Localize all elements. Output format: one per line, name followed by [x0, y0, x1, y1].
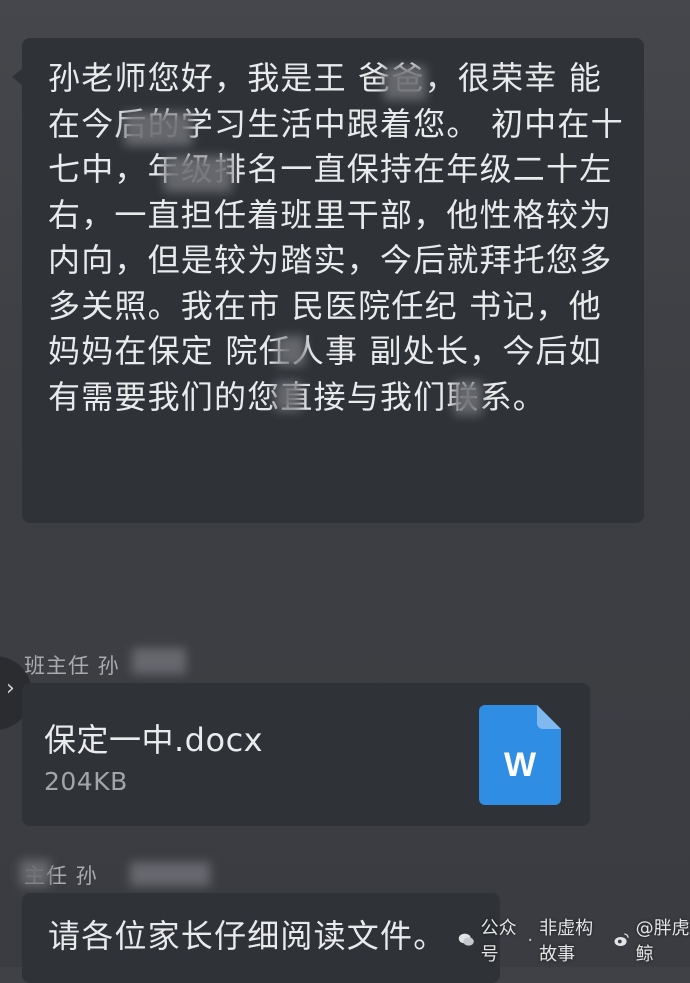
redaction-blur — [275, 381, 301, 411]
watermark-platform: 公众号 — [480, 918, 517, 965]
word-document-icon: W — [479, 705, 561, 805]
chevron-right-icon: › — [6, 676, 15, 701]
message-bubble-teacher[interactable]: 请各位家长仔细阅读文件。 — [22, 893, 500, 983]
watermark-handle: @胖虎鲸 — [635, 918, 690, 965]
redaction-blur — [164, 156, 232, 192]
redaction-blur — [124, 112, 192, 146]
redaction-blur — [454, 381, 482, 415]
chat-screen: 孙老师您好，我是王 爸爸，很荣幸 能在今后的学习生活中跟着您。 初中在十七中，年… — [0, 0, 690, 983]
file-name: 保定一中.docx — [44, 721, 264, 759]
watermark: 公众号 · 非虚构故事 @胖虎鲸 — [458, 918, 690, 965]
watermark-account: 非虚构故事 — [539, 918, 594, 965]
watermark-separator: · — [527, 929, 534, 951]
message-bubble-parent[interactable]: 孙老师您好，我是王 爸爸，很荣幸 能在今后的学习生活中跟着您。 初中在十七中，年… — [12, 38, 644, 523]
redaction-blur — [130, 862, 210, 886]
wechat-icon — [458, 933, 474, 946]
weibo-icon — [614, 933, 629, 947]
sender-name: 班主任 孙 — [24, 654, 120, 678]
file-attachment-card[interactable]: 保定一中.docx 204KB W — [22, 683, 590, 826]
bubble-tail — [12, 68, 23, 86]
redaction-blur — [277, 336, 305, 366]
redaction-blur — [132, 648, 186, 674]
redaction-blur — [20, 860, 50, 886]
word-icon-letter: W — [504, 746, 537, 784]
file-size: 204KB — [44, 767, 128, 796]
redaction-blur — [384, 66, 426, 100]
message-text: 孙老师您好，我是王 爸爸，很荣幸 能在今后的学习生活中跟着您。 初中在十七中，年… — [48, 59, 624, 416]
